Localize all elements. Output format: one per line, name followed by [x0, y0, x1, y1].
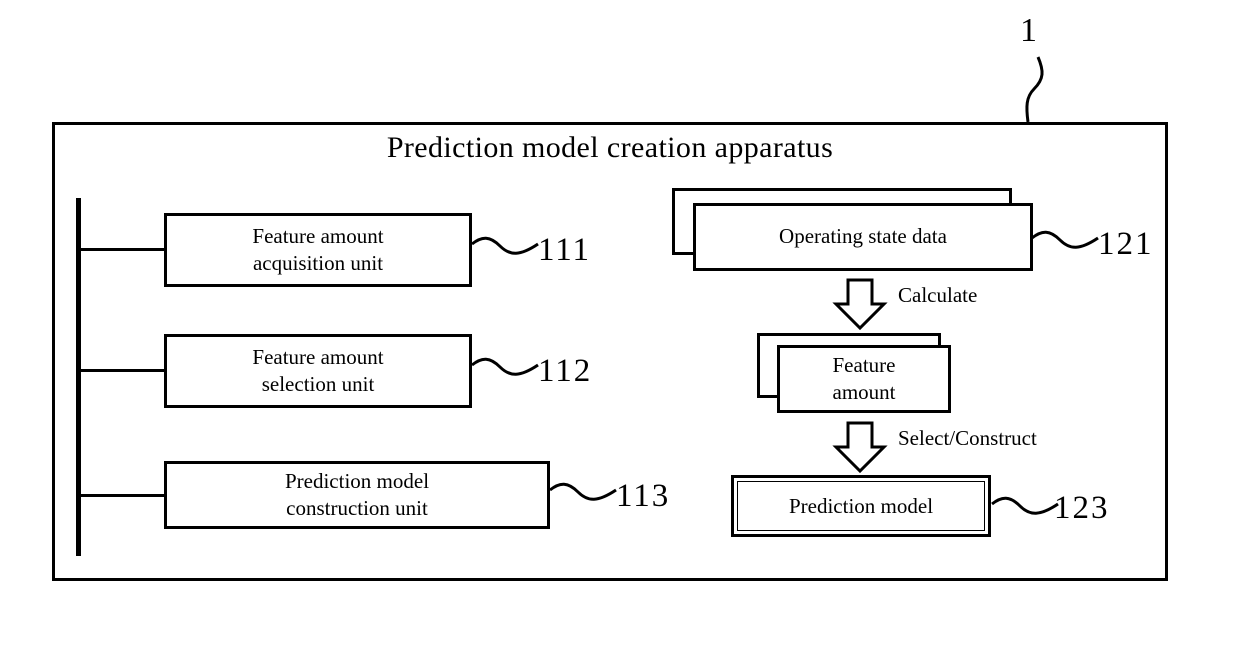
feature-amount-box: Feature amount — [777, 345, 951, 413]
apparatus-title: Prediction model creation apparatus — [386, 131, 834, 164]
unit-111-line1: Feature amount — [252, 224, 384, 249]
reference-numeral-121: 121 — [1098, 226, 1154, 262]
data-123-label: Prediction model — [788, 493, 934, 518]
unit-112-line2: selection unit — [261, 372, 375, 396]
operating-state-data-stack: Operating state data — [672, 188, 1034, 272]
unit-113-line2: construction unit — [286, 496, 428, 520]
reference-numeral-113: 113 — [616, 478, 671, 514]
feature-amount-acquisition-unit-box: Feature amount acquisition unit — [164, 213, 472, 287]
data-122-line1: Feature — [832, 352, 896, 377]
prediction-model-box: Prediction model — [731, 475, 991, 537]
bus-branch-to-113 — [81, 494, 167, 497]
data-121-label: Operating state data — [779, 224, 947, 249]
bus-branch-to-111 — [81, 248, 167, 251]
figure-reference-numeral: 1 — [1020, 12, 1038, 49]
feature-amount-selection-unit-box: Feature amount selection unit — [164, 334, 472, 408]
unit-112-line1: Feature amount — [252, 345, 384, 370]
feature-amount-data-stack: Feature amount — [757, 333, 952, 414]
figure-canvas: 1 Prediction model creation apparatus Fe… — [0, 0, 1240, 654]
calculate-arrow-caption: Calculate — [898, 283, 978, 307]
reference-numeral-123: 123 — [1054, 490, 1110, 526]
unit-113-line1: Prediction model — [284, 469, 430, 494]
unit-111-line2: acquisition unit — [252, 251, 384, 275]
internal-bus-line — [76, 198, 81, 556]
select-construct-arrow-caption: Select/Construct — [898, 426, 1037, 450]
prediction-model-construction-unit-box: Prediction model construction unit — [164, 461, 550, 529]
data-122-line2: amount — [832, 380, 896, 404]
reference-numeral-112: 112 — [538, 353, 593, 389]
reference-numeral-111: 111 — [538, 232, 592, 268]
operating-state-data-box: Operating state data — [693, 203, 1033, 271]
bus-branch-to-112 — [81, 369, 167, 372]
